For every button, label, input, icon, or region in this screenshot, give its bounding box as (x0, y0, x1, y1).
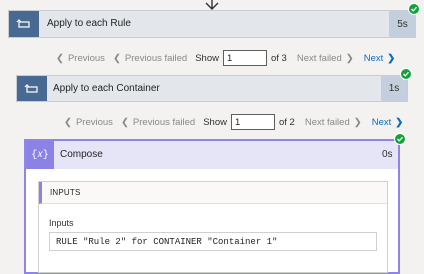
chevron-left-icon: ❮ (56, 52, 64, 64)
inputs-section: INPUTS Inputs RULE "Rule 2" for CONTAINE… (38, 181, 388, 273)
duration-badge: 0s (382, 149, 393, 160)
inputs-value-field[interactable]: RULE "Rule 2" for CONTAINER "Container 1… (49, 232, 377, 251)
chevron-right-icon: ❯ (395, 116, 404, 128)
outer-pager: ❮ Previous ❮ Previous failed Show 1 of 3 N… (56, 48, 395, 68)
compose-action-card[interactable]: {𝑥} Compose 0s INPUTS Inputs RULE "Rule … (24, 139, 400, 274)
chevron-right-icon: ❯ (345, 52, 354, 64)
apply-to-each-container-card[interactable]: Apply to each Container 1s (16, 75, 408, 102)
previous-button[interactable]: ❮ Previous (64, 117, 113, 128)
iteration-input[interactable]: 1 (222, 50, 267, 66)
inputs-label: Inputs (49, 218, 74, 228)
variable-braces-icon: {𝑥} (26, 141, 54, 169)
chevron-left-icon: ❮ (64, 116, 72, 128)
loop-icon (17, 76, 47, 101)
previous-failed-button[interactable]: ❮ Previous failed (113, 53, 187, 64)
success-check-icon (400, 68, 412, 80)
chevron-left-icon: ❮ (112, 52, 121, 64)
card-title: Apply to each Rule (47, 18, 131, 29)
previous-button[interactable]: ❮ Previous (56, 53, 105, 64)
apply-to-each-rule-card[interactable]: Apply to each Rule 5s (8, 10, 416, 38)
iteration-input[interactable]: 1 (230, 114, 275, 130)
duration-badge: 1s (381, 76, 407, 101)
of-total-label: of 2 (278, 116, 295, 128)
inputs-header: INPUTS (39, 182, 387, 204)
show-label: Show (195, 52, 219, 64)
next-button[interactable]: Next ❯ (364, 53, 396, 64)
flow-arrow-down-icon (205, 0, 219, 10)
previous-failed-button[interactable]: ❮ Previous failed (121, 117, 195, 128)
chevron-right-icon: ❯ (353, 116, 362, 128)
next-button[interactable]: Next ❯ (372, 117, 404, 128)
inner-pager: ❮ Previous ❮ Previous failed Show 1 of 2 N… (64, 112, 403, 132)
success-check-icon (394, 133, 406, 145)
compose-header[interactable]: {𝑥} Compose 0s (26, 141, 398, 169)
success-check-icon (408, 3, 420, 15)
next-failed-button[interactable]: Next failed ❯ (297, 53, 354, 64)
loop-icon (9, 11, 39, 37)
card-title: Compose (60, 149, 103, 160)
next-failed-button[interactable]: Next failed ❯ (305, 117, 362, 128)
chevron-left-icon: ❮ (120, 116, 129, 128)
of-total-label: of 3 (270, 52, 287, 64)
chevron-right-icon: ❯ (387, 52, 396, 64)
show-label: Show (203, 116, 227, 128)
card-title: Apply to each Container (53, 83, 160, 94)
